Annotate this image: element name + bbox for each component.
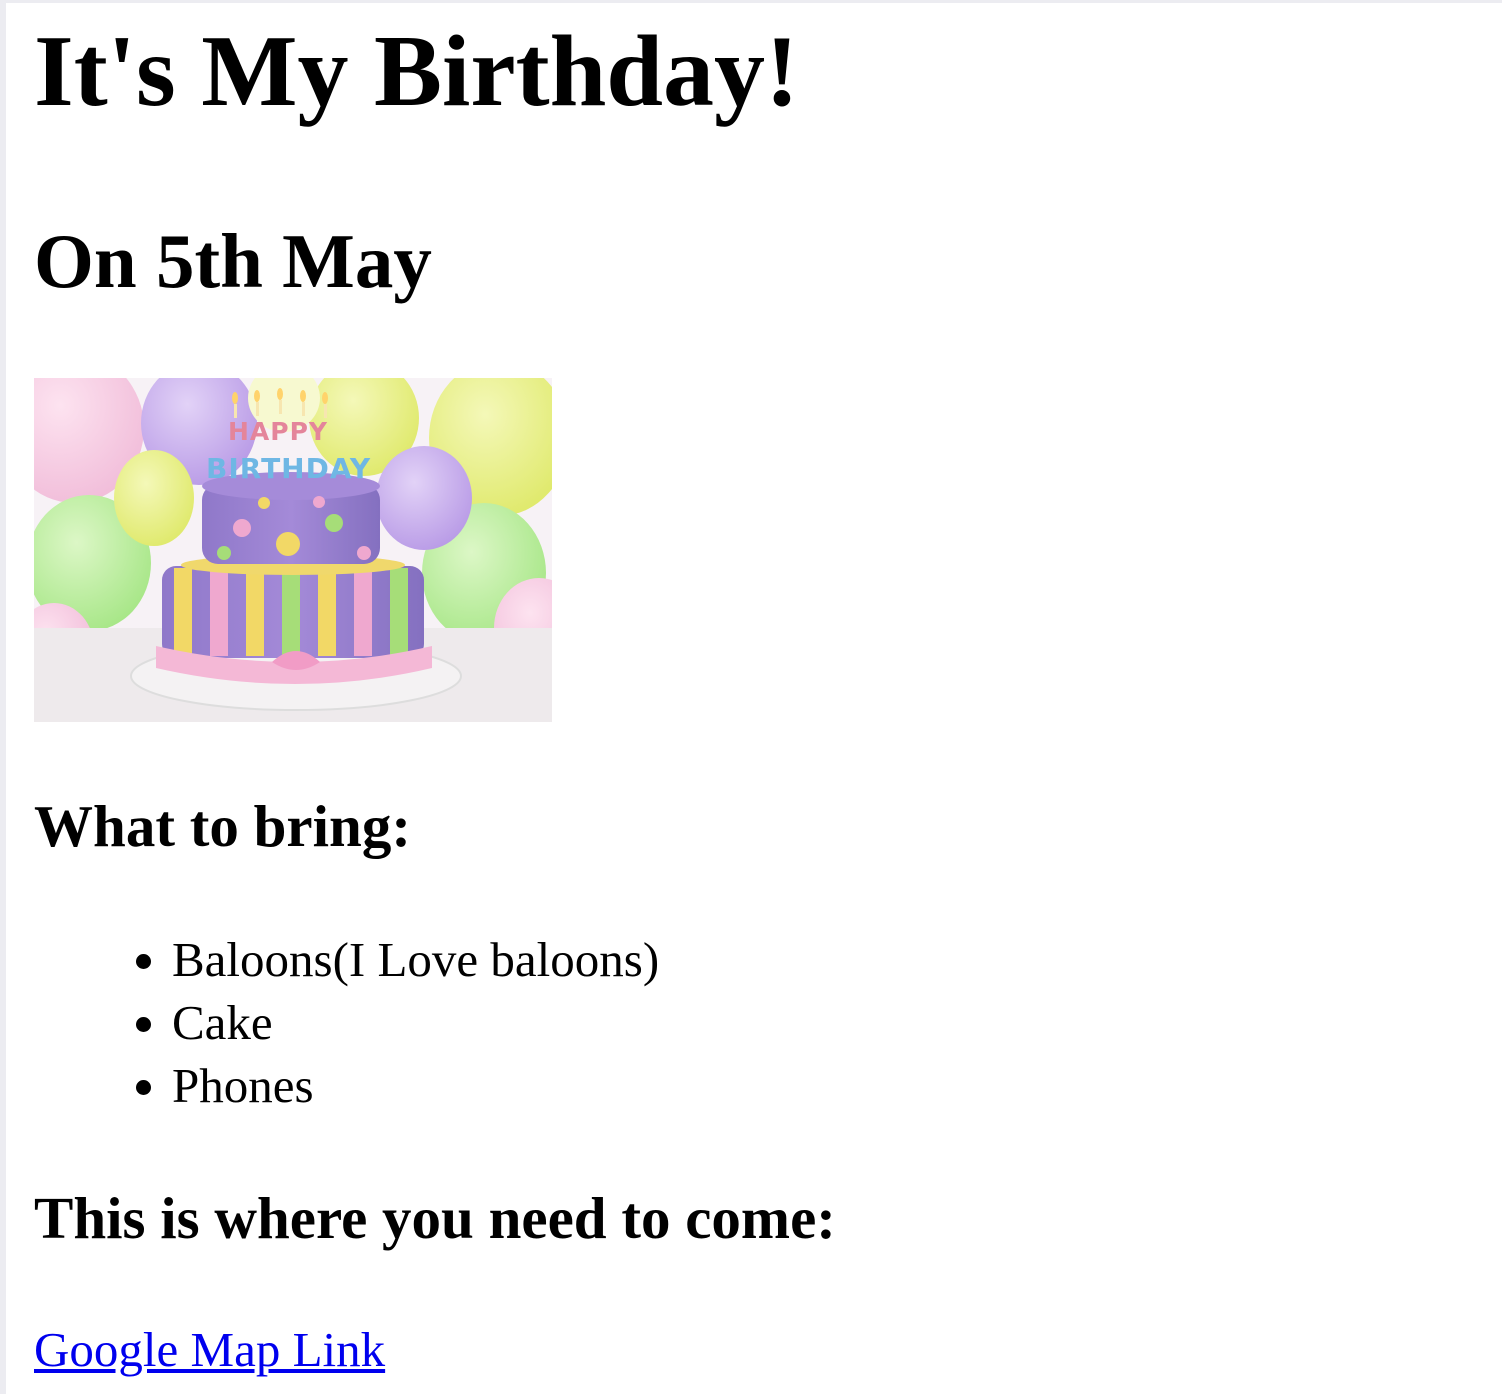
location-heading: This is where you need to come:	[34, 1185, 836, 1251]
svg-text:BIRTHDAY: BIRTHDAY	[206, 452, 371, 485]
list-item: Cake	[172, 991, 659, 1054]
browser-top-edge	[0, 0, 1502, 3]
cake-top-tier	[202, 472, 380, 564]
list-item: Baloons(I Love baloons)	[172, 928, 659, 991]
page-title: It's My Birthday!	[34, 15, 799, 128]
party-date-heading: On 5th May	[34, 218, 432, 304]
list-item: Phones	[172, 1054, 659, 1117]
cake-bottom-tier	[156, 566, 432, 684]
bring-items-list: Baloons(I Love baloons) Cake Phones	[34, 928, 659, 1117]
birthday-cake-image: HAPPY BIRTHDAY	[34, 378, 552, 722]
google-map-link[interactable]: Google Map Link	[34, 1320, 385, 1380]
what-to-bring-heading: What to bring:	[34, 793, 411, 859]
browser-left-edge	[0, 0, 6, 1394]
svg-text:HAPPY: HAPPY	[228, 417, 328, 446]
